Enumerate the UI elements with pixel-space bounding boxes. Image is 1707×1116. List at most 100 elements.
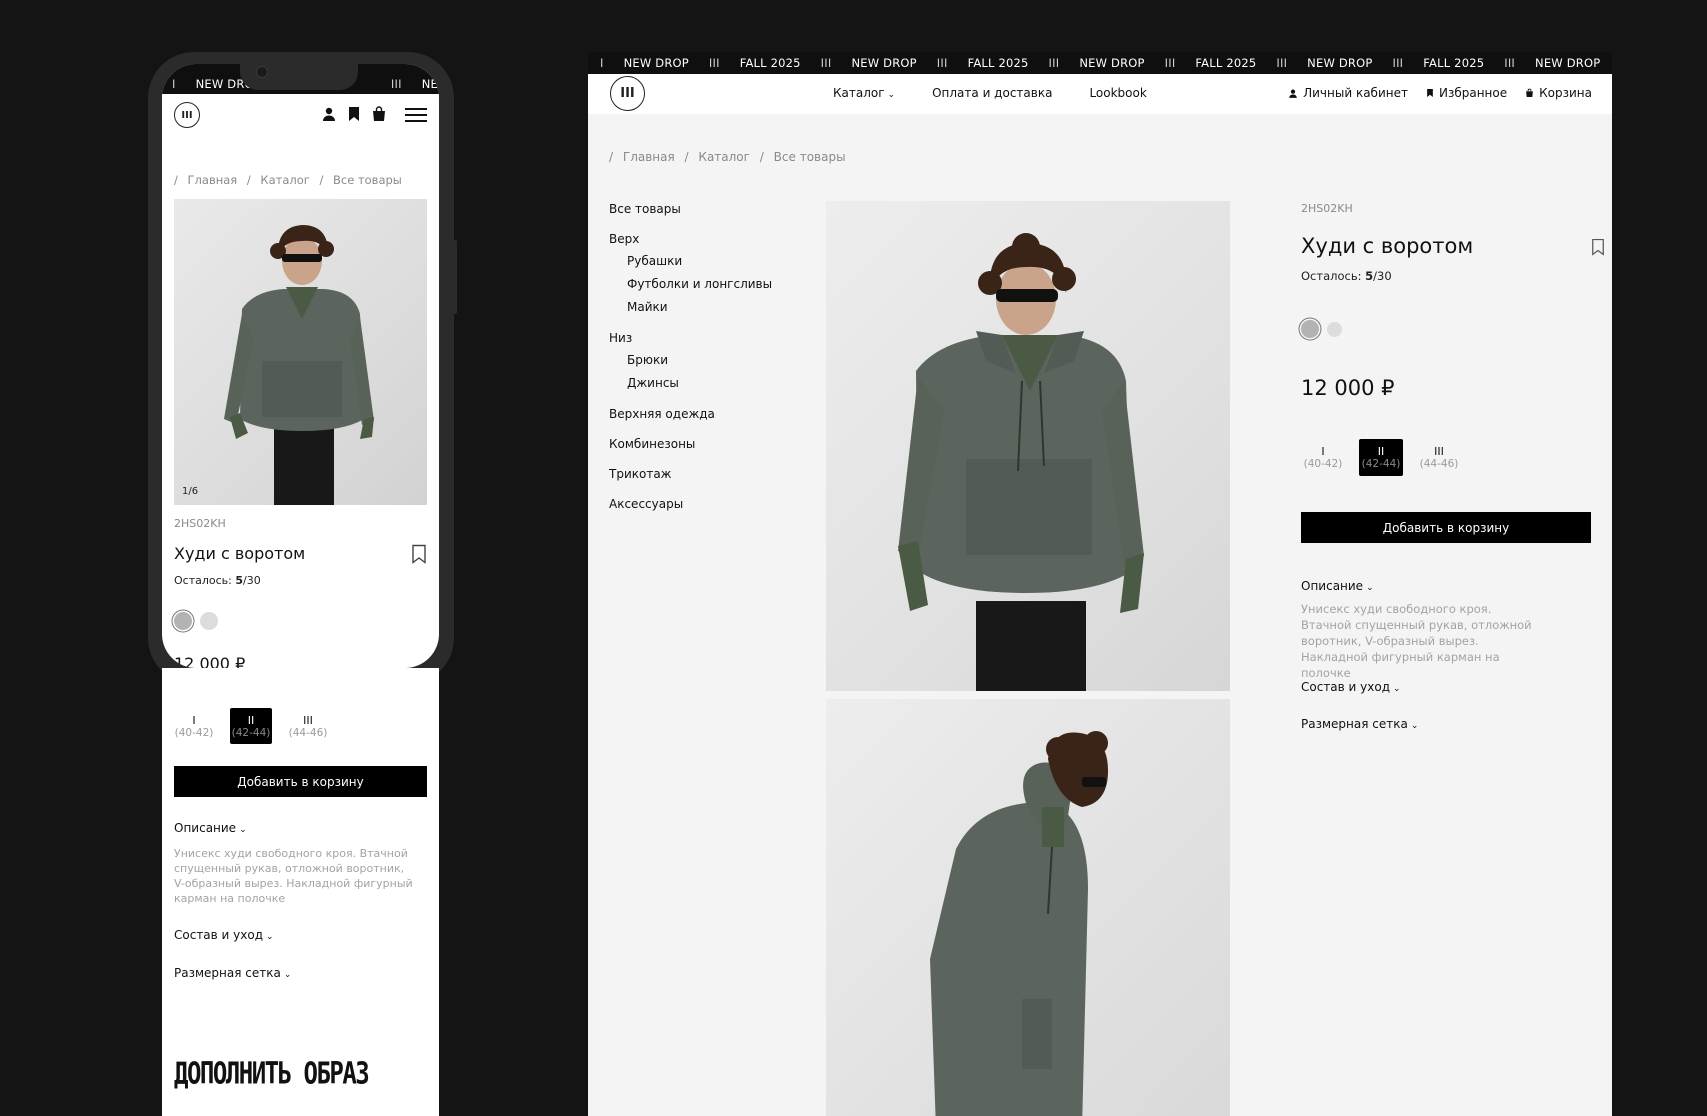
sidebar-item-outerwear[interactable]: Верхняя одежда [609, 407, 772, 429]
ticker-text: FALL 2025 [1423, 56, 1485, 70]
complete-look-heading: ДОПОЛНИТЬ ОБРАЗ [174, 1056, 370, 1091]
size-option-1[interactable]: I (40-42) [174, 708, 214, 744]
bag-icon[interactable] [371, 106, 387, 126]
favorites-label: Избранное [1438, 86, 1508, 100]
size-range: (42-44) [1361, 458, 1401, 470]
add-to-cart-button[interactable]: Добавить в корзину [1301, 512, 1591, 543]
description-toggle[interactable]: Описание ⌄ [1301, 579, 1374, 593]
breadcrumb-catalog[interactable]: Каталог [260, 173, 309, 187]
size-range: (44-46) [288, 726, 328, 739]
sidebar-item-accessories[interactable]: Аксессуары [609, 497, 772, 519]
chevron-down-icon: ⌄ [1393, 684, 1401, 694]
logo[interactable]: III [174, 102, 200, 128]
product-title: Худи с воротом [174, 544, 306, 563]
bookmark-icon[interactable] [1591, 238, 1605, 260]
sidebar-item-tanks[interactable]: Майки [609, 300, 772, 323]
product-photo[interactable]: 1/6 [174, 199, 427, 505]
product-photo-front[interactable] [826, 201, 1230, 691]
bookmark-icon[interactable] [411, 544, 427, 568]
phone-side-button [452, 240, 457, 314]
chevron-down-icon: ⌄ [887, 90, 896, 100]
menu-icon[interactable] [405, 106, 427, 126]
product-price: 12 000 ₽ [1301, 376, 1395, 400]
user-icon [1289, 89, 1297, 98]
size-chart-toggle[interactable]: Размерная сетка ⌄ [174, 966, 291, 980]
sidebar-item-shirts[interactable]: Рубашки [609, 254, 772, 277]
composition-toggle[interactable]: Состав и уход ⌄ [174, 928, 274, 942]
stock-total: /30 [243, 574, 261, 587]
size-label: I [192, 713, 196, 727]
stock-label: Осталось: [174, 574, 236, 587]
stock-left: 5 [235, 574, 244, 587]
size-option-1[interactable]: I (40-42) [1301, 439, 1345, 476]
color-swatch-light[interactable] [1327, 322, 1342, 337]
nav-lookbook[interactable]: Lookbook [1089, 86, 1146, 100]
ticker-separator: III [708, 56, 720, 70]
size-option-2[interactable]: II (42-44) [1359, 439, 1403, 476]
ticker-separator: III [1392, 56, 1404, 70]
description-text: Унисекс худи свободного кроя. Втачной сп… [1301, 602, 1532, 680]
account-link[interactable]: Личный кабинет [1288, 86, 1408, 100]
logo[interactable]: III [610, 76, 645, 111]
nav-catalog[interactable]: Каталог ⌄ [833, 86, 895, 100]
favorites-link[interactable]: Избранное [1426, 86, 1507, 100]
size-label: III [1434, 445, 1444, 458]
main-nav: Каталог ⌄ Оплата и доставка Lookbook [833, 86, 1147, 100]
size-range: (42-44) [231, 726, 271, 739]
product-photo-side[interactable] [826, 699, 1230, 1116]
nav-payment-delivery[interactable]: Оплата и доставка [932, 86, 1052, 100]
description-text: Унисекс худи свободного кроя. Втачной сп… [174, 847, 413, 905]
cart-link[interactable]: Корзина [1525, 86, 1592, 100]
breadcrumb-all-products[interactable]: Все товары [774, 150, 846, 164]
mobile-header-icons [321, 106, 427, 126]
stock-remaining: Осталось: 5/30 [174, 574, 261, 587]
ticker-separator: III [936, 56, 948, 70]
add-to-cart-button[interactable]: Добавить в корзину [174, 766, 427, 797]
size-option-3[interactable]: III (44-46) [288, 708, 328, 744]
breadcrumb-home[interactable]: Главная [188, 173, 238, 187]
stock-label: Осталось: [1301, 269, 1366, 283]
description-toggle[interactable]: Описание ⌄ [174, 821, 247, 835]
breadcrumb-all-products[interactable]: Все товары [333, 173, 402, 187]
desktop-page: I NEW DROP III FALL 2025 III NEW DROP III F… [588, 52, 1612, 1116]
desktop-header: III Каталог ⌄ Оплата и доставка Lookbook … [588, 74, 1612, 114]
color-swatch-gray[interactable] [1301, 320, 1319, 338]
ticker-text: NEW DROP [623, 56, 689, 70]
size-option-3[interactable]: III (44-46) [1417, 439, 1461, 476]
description-title: Описание [174, 821, 237, 835]
breadcrumb-catalog[interactable]: Каталог [698, 150, 750, 164]
sidebar-item-knitwear[interactable]: Трикотаж [609, 467, 772, 489]
sidebar-item-all[interactable]: Все товары [609, 202, 772, 224]
sidebar-item-overalls[interactable]: Комбинезоны [609, 437, 772, 459]
mobile-header: III [162, 94, 439, 134]
account-label: Личный кабинет [1303, 86, 1408, 100]
size-label: I [1321, 445, 1325, 458]
breadcrumb: / Главная / Каталог / Все товары [174, 173, 408, 187]
user-icon[interactable] [321, 106, 337, 126]
color-swatch-light[interactable] [200, 612, 218, 630]
ticker-text: NEW DROP [1079, 56, 1145, 70]
sidebar-item-trousers[interactable]: Брюки [609, 353, 772, 376]
bookmark-icon [1427, 89, 1433, 97]
bookmark-icon[interactable] [347, 106, 361, 126]
size-chart-toggle[interactable]: Размерная сетка ⌄ [1301, 717, 1418, 731]
breadcrumb-home[interactable]: Главная [623, 150, 675, 164]
size-option-2[interactable]: II (42-44) [230, 708, 272, 744]
bag-icon [1526, 88, 1534, 97]
ticker-separator: III [1048, 56, 1060, 70]
product-sku: 2HS02KH [174, 517, 226, 530]
color-swatch-gray[interactable] [174, 612, 192, 630]
sidebar-item-tees[interactable]: Футболки и лонгсливы [609, 277, 772, 300]
sidebar-item-bottom[interactable]: Низ [609, 331, 772, 353]
sidebar-item-jeans[interactable]: Джинсы [609, 376, 772, 399]
composition-toggle[interactable]: Состав и уход ⌄ [1301, 680, 1401, 694]
mobile-screen: I NEW DROP III NEW D III / Главная / Кат [162, 64, 439, 668]
breadcrumb: / Главная / Каталог / Все товары [609, 150, 852, 164]
photo-counter: 1/6 [182, 486, 199, 497]
nav-catalog-label: Каталог [833, 86, 885, 100]
chevron-down-icon: ⌄ [283, 970, 292, 980]
stock-total: /30 [1373, 269, 1392, 283]
ticker-text: FALL 2025 [1195, 56, 1257, 70]
sidebar-item-top[interactable]: Верх [609, 232, 772, 254]
ticker-separator: III [820, 56, 832, 70]
